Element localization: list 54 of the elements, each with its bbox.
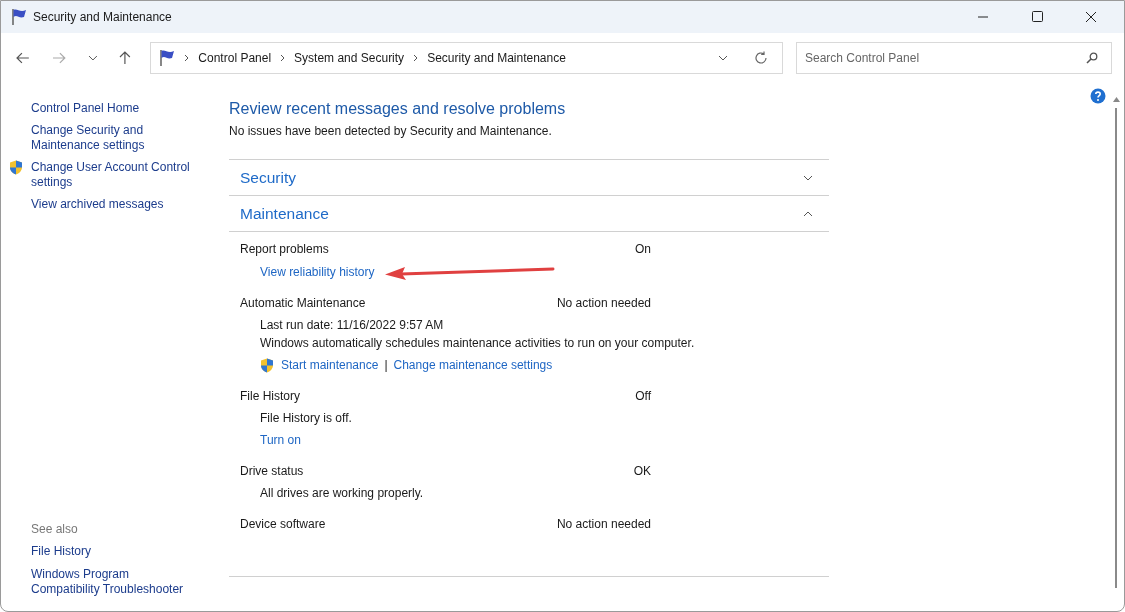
- chevron-down-icon: [803, 174, 813, 181]
- see-also-link[interactable]: File History: [31, 544, 91, 559]
- chevron-up-icon: [803, 210, 813, 217]
- sidebar-link[interactable]: Change User Account Control settings: [31, 160, 196, 190]
- section-header[interactable]: Maintenance: [229, 196, 829, 232]
- breadcrumb[interactable]: Security and Maintenance: [427, 51, 566, 65]
- breadcrumb[interactable]: Control Panel: [198, 51, 272, 65]
- search-icon: [1086, 52, 1098, 64]
- address-bar[interactable]: Control Panel System and Security Security and Maintenance: [150, 42, 783, 74]
- detail-text: File History is off.: [260, 411, 352, 426]
- item-label: Automatic Maintenance: [240, 296, 366, 311]
- shield-icon: [260, 358, 274, 373]
- flag-icon: [159, 49, 176, 67]
- help-icon[interactable]: [1090, 88, 1106, 104]
- detail-link[interactable]: Change maintenance settings: [393, 358, 553, 373]
- scroll-up-icon[interactable]: [1112, 97, 1120, 102]
- item-status: On: [635, 242, 651, 257]
- up-arrow-icon[interactable]: [117, 51, 132, 65]
- detail-link[interactable]: Turn on: [260, 433, 301, 448]
- item-status: No action needed: [556, 517, 651, 532]
- search-field[interactable]: Search Control Panel: [796, 42, 1112, 74]
- scrollbar-thumb[interactable]: [1115, 108, 1117, 588]
- page-subtitle: No issues have been detected by Security and Maintenance.: [229, 124, 553, 138]
- item-label: File History: [240, 389, 300, 404]
- link-separator: |: [384, 358, 388, 373]
- window-title: Security and Maintenance: [33, 10, 172, 24]
- detail-text: Windows automatically schedules maintenance activities to run on your computer.: [260, 336, 695, 351]
- item-label: Drive status: [240, 464, 304, 479]
- detail-text: Last run date: 11/16/2022 9:57 AM: [260, 318, 444, 333]
- item-status: Off: [635, 389, 651, 404]
- flag-icon: [11, 8, 27, 26]
- sidebar-link[interactable]: View archived messages: [31, 197, 164, 212]
- chevron-right-icon: [413, 54, 419, 62]
- item-label: Report problems: [240, 242, 329, 257]
- chevron-down-icon[interactable]: [87, 55, 98, 61]
- item-status: OK: [633, 464, 651, 479]
- chevron-right-icon: [280, 54, 286, 62]
- see-also-heading: See also: [30, 522, 79, 536]
- page-heading: Review recent messages and resolve problems: [229, 100, 567, 118]
- back-arrow-icon[interactable]: [16, 51, 30, 65]
- section-header[interactable]: Security: [229, 160, 829, 196]
- shield-icon: [9, 160, 23, 175]
- sidebar-link[interactable]: Control Panel Home: [31, 101, 140, 116]
- see-also-link[interactable]: Windows Program Compatibility Troubleshooter: [31, 567, 196, 597]
- detail-link[interactable]: View reliability history: [260, 264, 375, 280]
- detail-link[interactable]: Start maintenance: [281, 358, 379, 373]
- sidebar-link[interactable]: Change Security and Maintenance settings: [31, 123, 196, 153]
- breadcrumb[interactable]: System and Security: [294, 51, 405, 65]
- detail-text: All drives are working properly.: [260, 486, 424, 501]
- item-label: Device software: [240, 517, 326, 532]
- item-status: No action needed: [556, 296, 651, 311]
- chevron-right-icon: [184, 54, 190, 62]
- chevron-down-icon[interactable]: [718, 55, 728, 61]
- refresh-icon[interactable]: [754, 51, 768, 65]
